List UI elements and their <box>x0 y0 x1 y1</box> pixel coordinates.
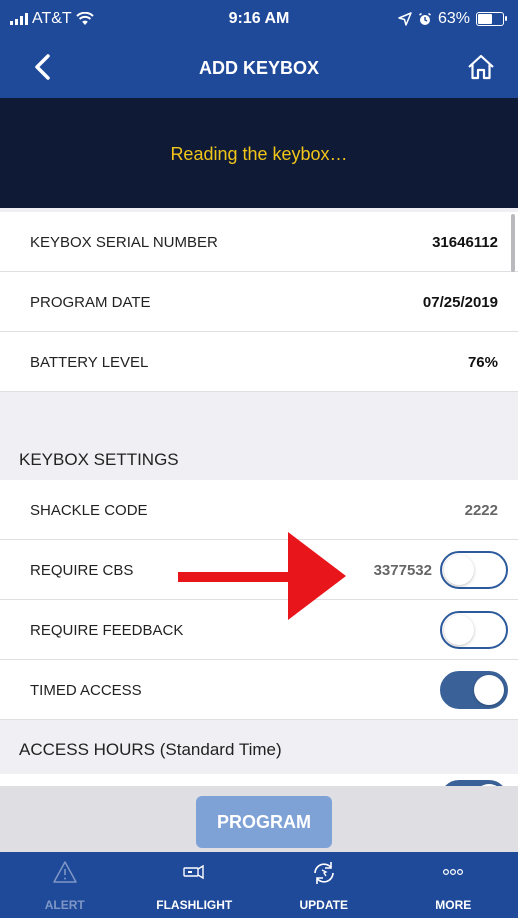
warning-icon <box>53 861 77 883</box>
info-label: KEYBOX SERIAL NUMBER <box>30 234 218 251</box>
info-value: 31646112 <box>432 234 498 251</box>
program-button[interactable]: PROGRAM <box>196 796 332 848</box>
info-row-program-date: PROGRAM DATE 07/25/2019 <box>0 272 518 332</box>
section-title-keybox-settings: KEYBOX SETTINGS <box>19 450 179 469</box>
setting-label: REQUIRE CBS <box>30 562 134 579</box>
setting-row-timed-access: TIMED ACCESS <box>0 660 518 720</box>
tab-update[interactable]: UPDATE <box>259 852 389 918</box>
toggle-knob <box>474 675 504 705</box>
setting-row-shackle-code[interactable]: SHACKLE CODE 2222 <box>0 480 518 540</box>
setting-label: SHACKLE CODE <box>30 502 148 519</box>
battery-percent: 63% <box>437 10 470 27</box>
nav-bar: ADD KEYBOX <box>0 38 518 98</box>
setting-value: 3377532 <box>373 562 432 579</box>
access-hours-row <box>0 774 518 786</box>
sync-icon <box>313 862 334 884</box>
scrollbar-thumb[interactable] <box>511 214 515 272</box>
tab-bar: ALERT FLASHLIGHT UPDATE MORE <box>0 852 518 918</box>
tab-label: ALERT <box>44 898 85 912</box>
setting-label: REQUIRE FEEDBACK <box>30 622 184 639</box>
tab-label: FLASHLIGHT <box>156 898 233 912</box>
page-title: ADD KEYBOX <box>198 58 319 78</box>
action-footer: PROGRAM <box>0 786 518 852</box>
info-row-serial: KEYBOX SERIAL NUMBER 31646112 <box>0 212 518 272</box>
content-scroll-area[interactable]: KEYBOX SERIAL NUMBER 31646112 PROGRAM DA… <box>0 208 518 786</box>
timed-access-toggle[interactable] <box>440 671 508 709</box>
flashlight-icon <box>183 864 204 880</box>
alarm-icon <box>419 12 431 25</box>
toggle-knob <box>444 555 474 585</box>
info-value: 07/25/2019 <box>422 294 498 311</box>
tab-flashlight[interactable]: FLASHLIGHT <box>130 852 260 918</box>
status-right-group: 63% <box>398 10 507 28</box>
battery-icon <box>476 12 507 26</box>
more-icon <box>443 869 464 876</box>
section-title-access-hours: ACCESS HOURS (Standard Time) <box>19 740 282 759</box>
banner-message: Reading the keybox… <box>170 144 348 164</box>
tab-label: UPDATE <box>299 898 348 912</box>
require-feedback-toggle[interactable] <box>440 611 508 649</box>
status-banner: Reading the keybox… <box>0 98 518 208</box>
status-bar: AT&T 9:16 AM 63% <box>0 0 518 38</box>
arrow-right-icon <box>178 532 346 620</box>
tab-more[interactable]: MORE <box>389 852 518 918</box>
require-cbs-toggle[interactable] <box>440 551 508 589</box>
info-value: 76% <box>467 354 498 371</box>
info-row-battery: BATTERY LEVEL 76% <box>0 332 518 392</box>
setting-label: TIMED ACCESS <box>30 682 142 699</box>
tab-alert[interactable]: ALERT <box>0 852 130 918</box>
setting-value: 2222 <box>464 502 498 519</box>
toggle-knob <box>444 615 474 645</box>
info-label: BATTERY LEVEL <box>30 354 149 371</box>
tab-label: MORE <box>435 898 472 912</box>
home-icon[interactable] <box>466 52 496 82</box>
info-label: PROGRAM DATE <box>30 294 151 311</box>
location-arrow-icon <box>398 12 412 26</box>
